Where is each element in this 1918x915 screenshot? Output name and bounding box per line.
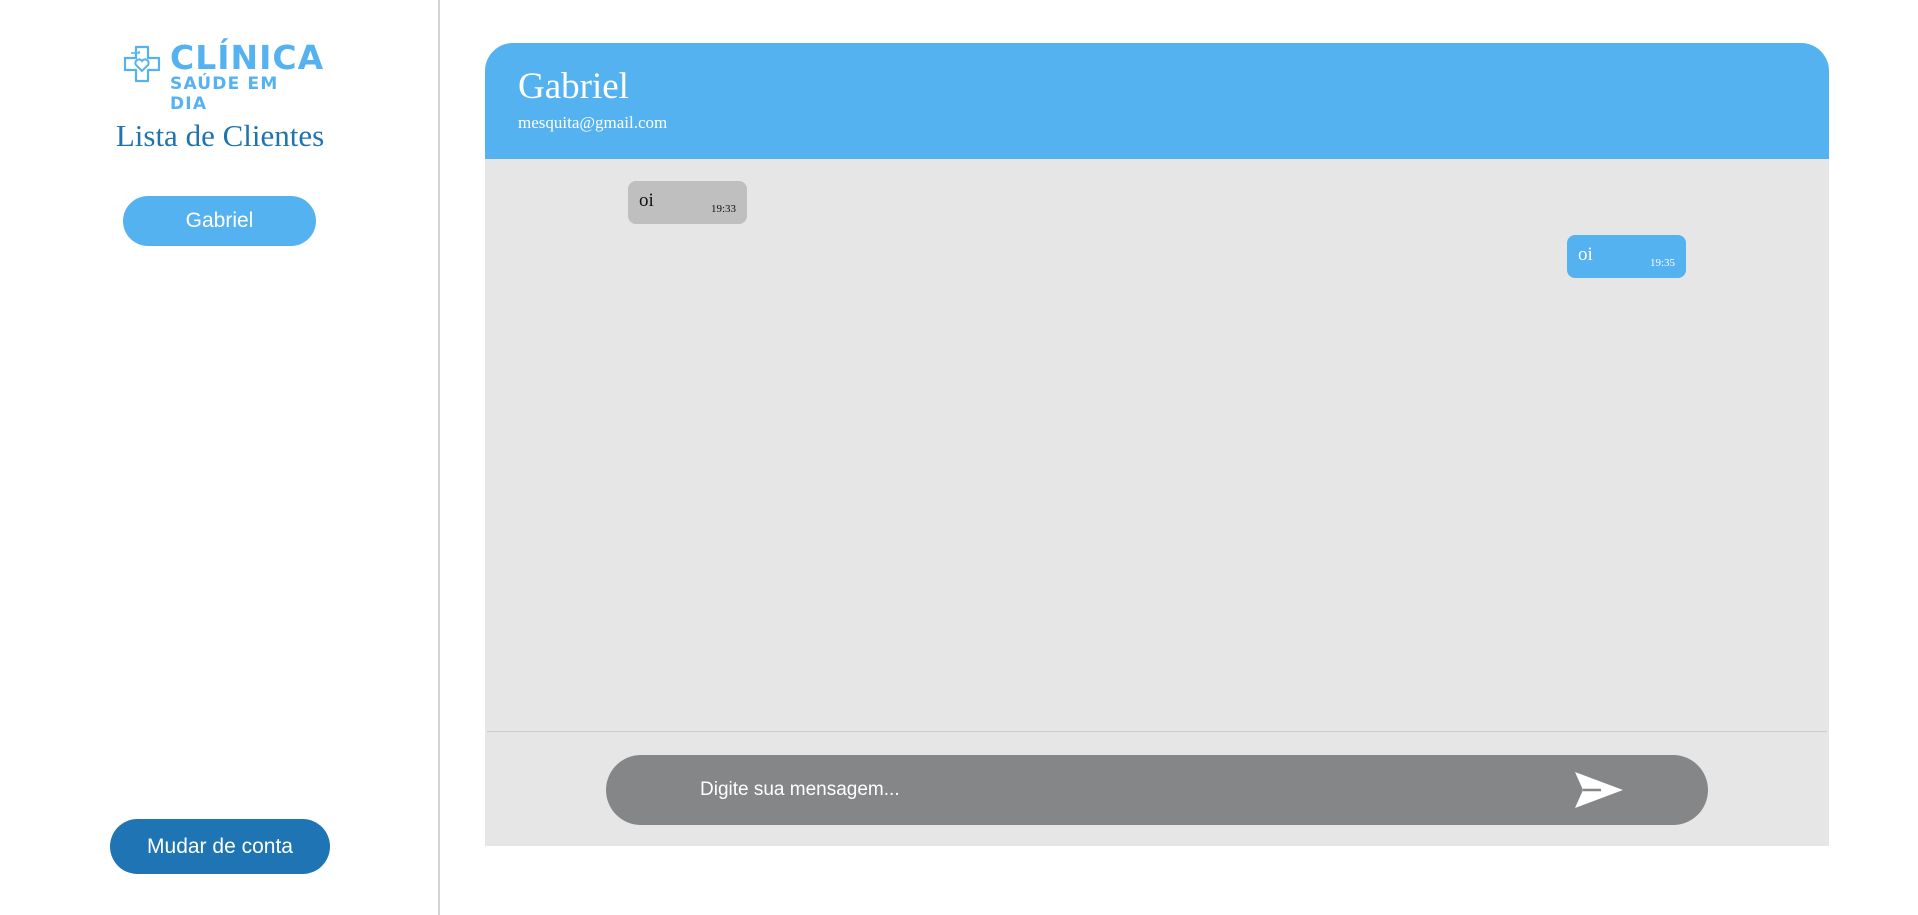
message-composer <box>606 755 1708 825</box>
received-message: oi 19:33 <box>628 181 747 224</box>
logo-title: CLÍNICA <box>170 38 325 77</box>
switch-account-button[interactable]: Mudar de conta <box>110 819 330 874</box>
message-text: oi <box>639 190 654 211</box>
contact-name: Gabriel <box>518 66 629 107</box>
chat-panel: Gabriel mesquita@gmail.com oi 19:33 oi 1… <box>485 43 1829 846</box>
input-divider <box>487 731 1827 732</box>
message-text: oi <box>1578 244 1593 265</box>
client-item-gabriel[interactable]: Gabriel <box>123 196 316 246</box>
message-time: 19:35 <box>1649 257 1675 269</box>
message-time: 19:33 <box>710 203 736 215</box>
clinic-logo: CLÍNICA SAÚDE EM DIA <box>122 38 325 114</box>
sidebar: CLÍNICA SAÚDE EM DIA Lista de Clientes G… <box>0 0 440 915</box>
logo-subtitle: SAÚDE EM DIA <box>170 74 279 114</box>
contact-email: mesquita@gmail.com <box>518 113 668 132</box>
client-list-title: Lista de Clientes <box>115 118 325 153</box>
message-input[interactable] <box>698 755 1558 825</box>
paper-plane-icon[interactable] <box>1571 768 1627 812</box>
chat-header: Gabriel mesquita@gmail.com <box>485 43 1829 159</box>
medical-cross-heart-icon <box>123 45 161 83</box>
sent-message: oi 19:35 <box>1567 235 1686 278</box>
